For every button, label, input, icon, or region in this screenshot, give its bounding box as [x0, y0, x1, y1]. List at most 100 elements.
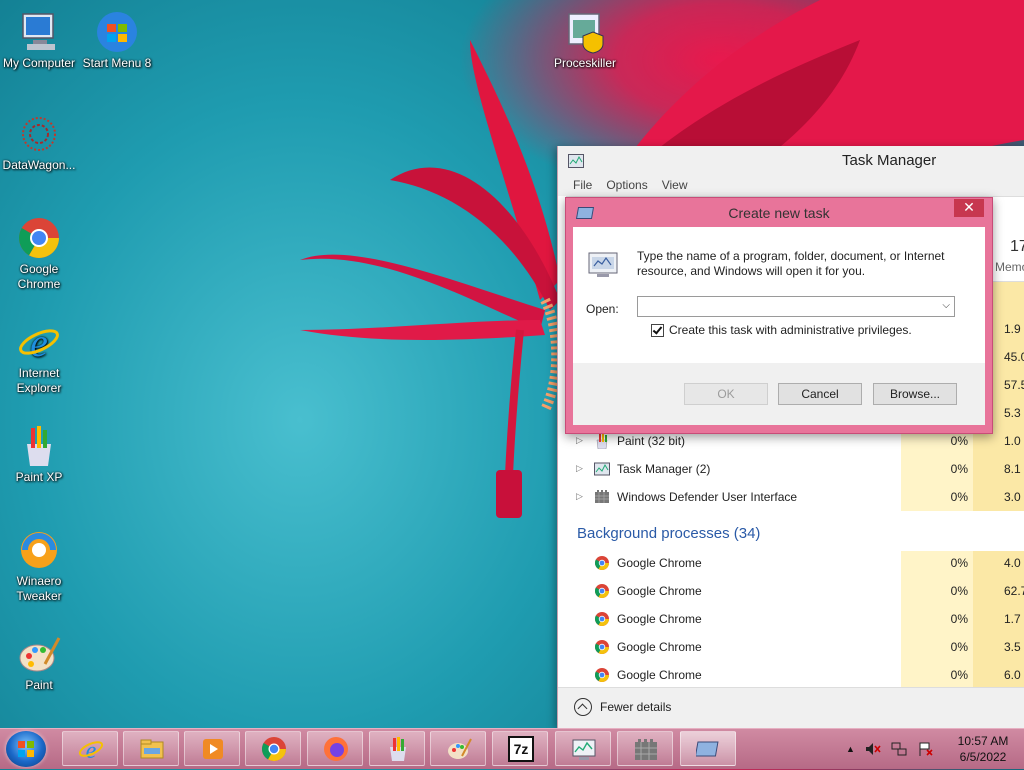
speaker-muted-icon[interactable] [865, 741, 881, 757]
create-new-task-dialog[interactable]: Create new task ✕ Type the name of a pro… [565, 197, 993, 434]
datawagon-icon [22, 117, 56, 151]
paint-icon [19, 637, 61, 672]
svg-text:e: e [30, 320, 48, 364]
menu-bar: File Options View [558, 176, 1024, 196]
desktop-icon-internet-explorer[interactable]: e Internet Explorer [0, 320, 78, 396]
task-manager-icon [594, 462, 610, 476]
window-title: Task Manager [842, 152, 937, 169]
desktop-icon-winaero-tweaker[interactable]: Winaero Tweaker [0, 528, 78, 604]
chrome-icon [594, 612, 609, 626]
taskbar-task-manager[interactable] [555, 731, 611, 766]
cancel-button[interactable]: Cancel [778, 383, 862, 405]
taskbar-create-new-task[interactable] [680, 731, 736, 766]
menu-file[interactable]: File [566, 176, 599, 196]
chevron-up-icon [574, 698, 592, 716]
dialog-titlebar[interactable]: Create new task ✕ [566, 198, 992, 226]
ie-icon: e [19, 320, 59, 364]
task-manager-titlebar[interactable]: Task Manager [558, 146, 1024, 176]
cpu-value: 0% [950, 584, 968, 598]
dialog-content: Type the name of a program, folder, docu… [573, 227, 985, 425]
background-processes-header[interactable]: Background processes (34) [577, 525, 760, 542]
taskbar-ie[interactable]: e [62, 731, 118, 766]
table-row[interactable]: Google Chrome 0% 1.7 M [566, 605, 1024, 633]
action-center-flag-icon[interactable] [917, 741, 933, 757]
desktop-icon-paint[interactable]: Paint [0, 632, 78, 693]
process-name: Google Chrome [617, 668, 702, 682]
winaero-icon [21, 532, 57, 568]
file-explorer-icon [140, 739, 164, 759]
paint-icon [596, 433, 608, 449]
table-row[interactable]: ▷ Task Manager (2) 0% 8.1 M [566, 455, 1024, 483]
browse-button[interactable]: Browse... [873, 383, 957, 405]
menu-options[interactable]: Options [599, 176, 654, 196]
desktop-icon-paint-xp[interactable]: Paint XP [0, 424, 78, 485]
table-row[interactable]: ▷ Windows Defender User Interface 0% 3.0… [566, 483, 1024, 511]
process-name: Google Chrome [617, 556, 702, 570]
taskbar-media-player[interactable] [184, 731, 240, 766]
desktop-icon-google-chrome[interactable]: Google Chrome [0, 216, 78, 292]
task-manager-icon [568, 154, 584, 168]
system-tray: ▲ [846, 731, 933, 767]
show-hidden-icons-button[interactable]: ▲ [846, 744, 855, 754]
memory-column-label[interactable]: Memo [995, 260, 1024, 274]
table-row[interactable]: Google Chrome 0% 6.0 M [566, 661, 1024, 689]
cpu-value: 0% [950, 640, 968, 654]
admin-privileges-checkbox[interactable]: Create this task with administrative pri… [651, 323, 912, 337]
table-row[interactable]: Google Chrome 0% 4.0 M [566, 549, 1024, 577]
cpu-value: 0% [950, 556, 968, 570]
taskbar-paint-xp[interactable] [369, 731, 425, 766]
close-button[interactable]: ✕ [954, 199, 984, 217]
taskbar-chrome[interactable] [245, 731, 301, 766]
fewer-details-button[interactable]: Fewer details [574, 698, 671, 716]
memory-value: 6.0 M [1004, 668, 1024, 682]
start-orb-icon [97, 12, 137, 52]
desktop-icon-datawagon[interactable]: DataWagon... [0, 112, 78, 173]
memory-value: 57.5 M [1004, 378, 1024, 392]
process-name: Windows Defender User Interface [617, 490, 798, 504]
computer-icon [22, 13, 55, 50]
memory-value: 1.9 M [1004, 322, 1024, 336]
memory-value: 8.1 M [1004, 462, 1024, 476]
desktop-icon-label: DataWagon... [2, 158, 76, 172]
taskbar-firewall[interactable] [617, 731, 673, 766]
open-combobox[interactable]: ⌵ [637, 296, 955, 317]
start-button[interactable] [6, 731, 46, 767]
taskbar-paint[interactable] [430, 731, 486, 766]
expand-arrow-icon[interactable]: ▷ [576, 435, 583, 446]
process-name: Google Chrome [617, 640, 702, 654]
process-name: Google Chrome [617, 584, 702, 598]
checkbox-checked-icon[interactable] [651, 323, 664, 337]
desktop-icon-proceskiller[interactable]: Proceskiller [546, 10, 624, 71]
memory-value: 45.0 M [1004, 350, 1024, 364]
ie-icon: e [78, 738, 104, 762]
dialog-main-area: Type the name of a program, folder, docu… [573, 227, 985, 363]
chevron-down-icon[interactable]: ⌵ [942, 300, 950, 311]
process-name: Paint (32 bit) [617, 434, 686, 448]
taskbar-file-explorer[interactable] [123, 731, 179, 766]
network-icon[interactable] [891, 741, 907, 757]
expand-arrow-icon[interactable]: ▷ [576, 463, 583, 474]
desktop-icon-my-computer[interactable]: My Computer [0, 10, 78, 71]
taskbar-firefox[interactable] [307, 731, 363, 766]
taskbar-clock[interactable]: 10:57 AM 6/5/2022 [948, 733, 1018, 765]
table-row[interactable]: Google Chrome 0% 3.5 M [566, 633, 1024, 661]
run-dialog-icon [696, 741, 719, 757]
firefox-icon [324, 737, 348, 761]
dialog-description: Type the name of a program, folder, docu… [637, 249, 945, 278]
memory-value: 5.3 M [1004, 406, 1024, 420]
windows-logo-icon [18, 741, 34, 757]
media-player-icon [203, 739, 223, 759]
desktop-icon-label: Google Chrome [17, 262, 61, 291]
paint-xp-icon [27, 426, 51, 466]
expand-arrow-icon[interactable]: ▷ [576, 491, 583, 502]
table-row[interactable]: Google Chrome 0% 62.7 M [566, 577, 1024, 605]
process-name: Google Chrome [617, 612, 702, 626]
menu-view[interactable]: View [655, 176, 695, 196]
chrome-icon [594, 584, 609, 598]
cpu-value: 0% [950, 490, 968, 504]
task-manager-footer: Fewer details [558, 687, 1024, 728]
chrome-icon [19, 218, 59, 258]
taskbar-7zip[interactable]: 7z [492, 731, 548, 766]
desktop-icon-start-menu-8[interactable]: Start Menu 8 [78, 10, 156, 71]
ok-button[interactable]: OK [684, 383, 768, 405]
